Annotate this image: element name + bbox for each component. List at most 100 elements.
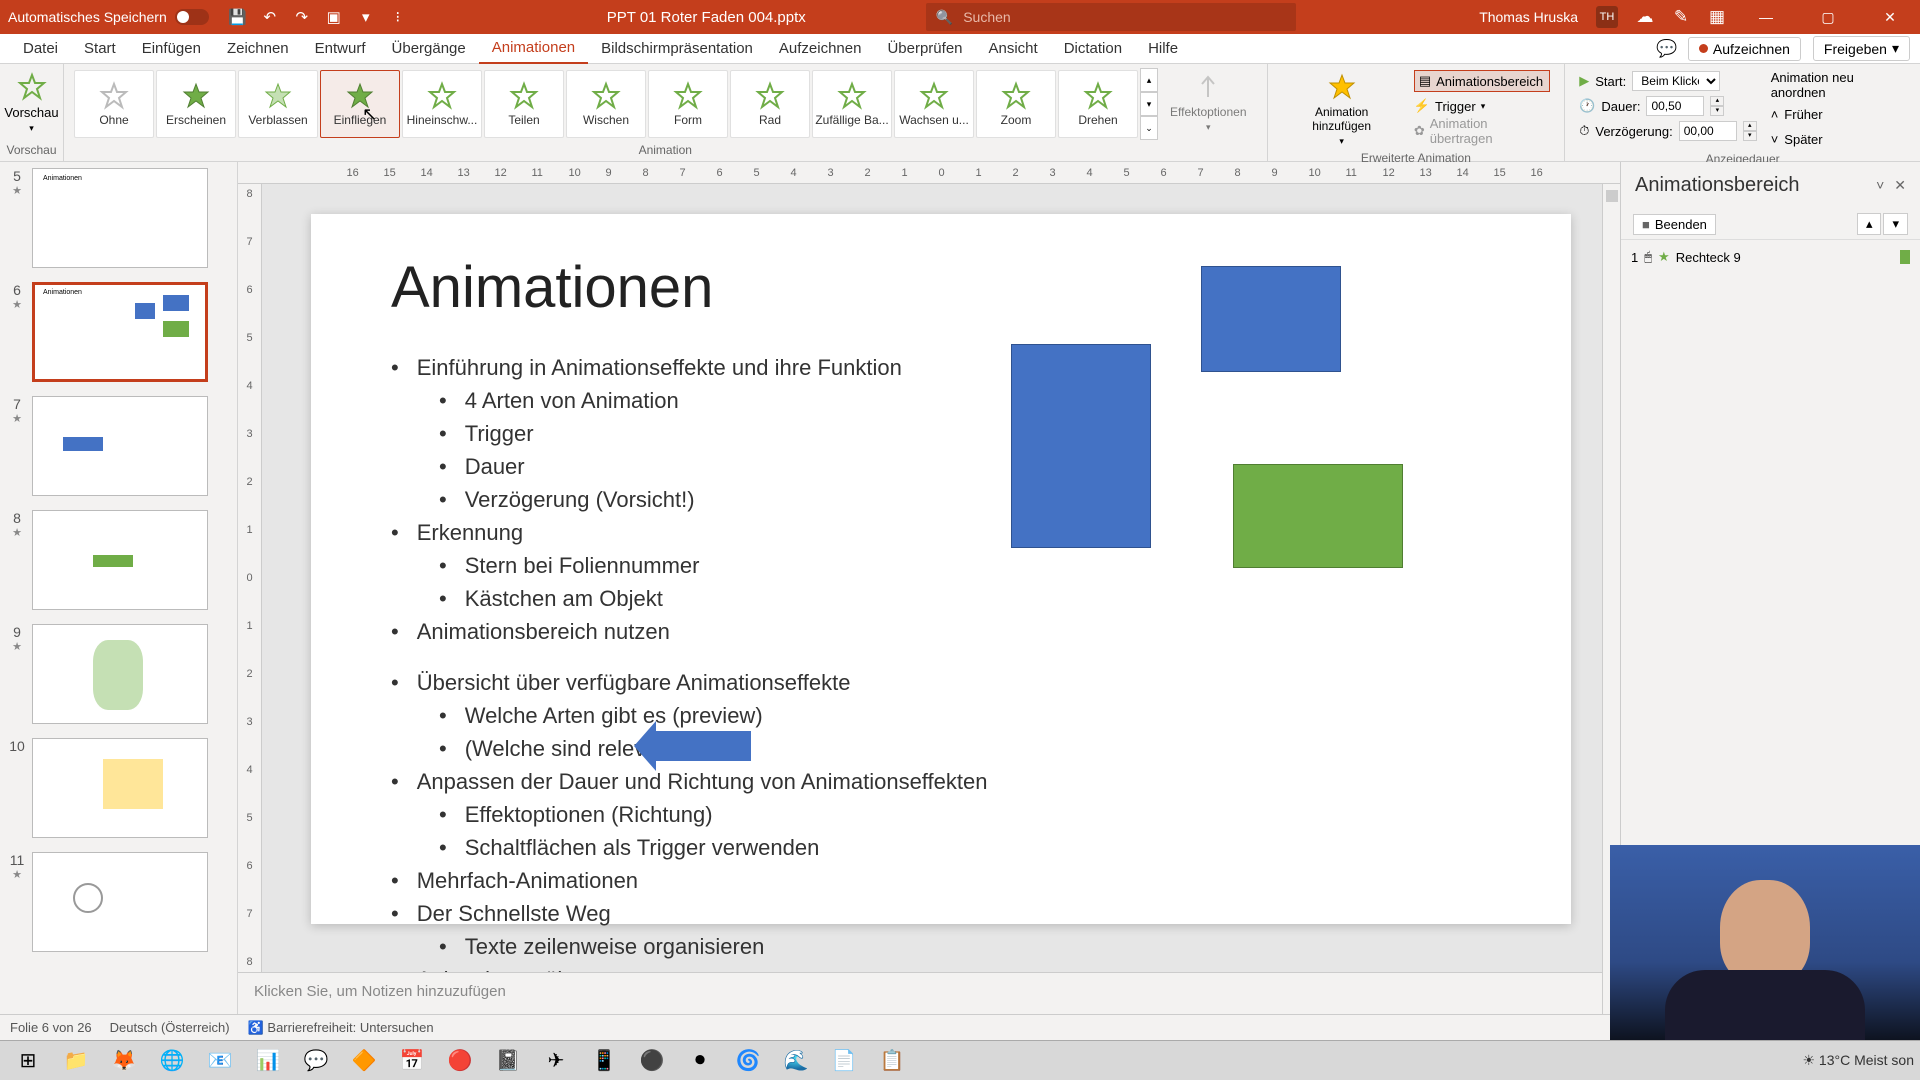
tab-bildschirm[interactable]: Bildschirmpräsentation [588, 34, 766, 64]
anim-form[interactable]: Form [648, 70, 728, 138]
slide-counter[interactable]: Folie 6 von 26 [10, 1020, 92, 1035]
language-status[interactable]: Deutsch (Österreich) [110, 1020, 230, 1035]
telegram-icon[interactable]: ✈ [534, 1043, 578, 1079]
qat-overflow-icon[interactable]: ⁝ [389, 8, 407, 26]
accessibility-status[interactable]: ♿ Barrierefreiheit: Untersuchen [248, 1020, 434, 1036]
anim-drehen[interactable]: Drehen [1058, 70, 1138, 138]
notes-area[interactable]: Klicken Sie, um Notizen hinzuzufügen [238, 972, 1620, 1014]
shape-blue-2[interactable] [1201, 266, 1341, 372]
thumb-7[interactable] [32, 396, 208, 496]
anim-ohne[interactable]: Ohne [74, 70, 154, 138]
animation-painter-button[interactable]: ✿Animation übertragen [1414, 120, 1550, 142]
autosave-toggle[interactable] [175, 9, 209, 25]
outlook-icon[interactable]: 📧 [198, 1043, 242, 1079]
thumb-8[interactable] [32, 510, 208, 610]
redo-icon[interactable]: ↷ [293, 8, 311, 26]
undo-icon[interactable]: ↶ [261, 8, 279, 26]
obs-icon[interactable]: ⚫ [630, 1043, 674, 1079]
vlc-icon[interactable]: 🔶 [342, 1043, 386, 1079]
firefox-icon[interactable]: 🦊 [102, 1043, 146, 1079]
powerpoint-icon[interactable]: 📊 [246, 1043, 290, 1079]
tab-ueberpruefen[interactable]: Überprüfen [874, 34, 975, 64]
cloud-icon[interactable]: ☁ [1636, 8, 1654, 26]
move-up-button[interactable]: ▴ [1857, 213, 1882, 235]
app4-icon[interactable]: 📱 [582, 1043, 626, 1079]
tab-hilfe[interactable]: Hilfe [1135, 34, 1191, 64]
trigger-button[interactable]: ⚡Trigger▾ [1414, 95, 1550, 117]
tab-ansicht[interactable]: Ansicht [976, 34, 1051, 64]
user-name[interactable]: Thomas Hruska [1479, 9, 1578, 25]
anim-einfliegen[interactable]: Einfliegen [320, 70, 400, 138]
minimize-button[interactable]: — [1744, 0, 1788, 34]
search-input[interactable] [963, 9, 1286, 25]
thumb-5[interactable]: Animationen [32, 168, 208, 268]
thumb-10[interactable] [32, 738, 208, 838]
more-icon[interactable]: ▾ [357, 8, 375, 26]
play-from-button[interactable]: ■Beenden [1633, 214, 1716, 235]
tab-animationen[interactable]: Animationen [479, 34, 588, 64]
pen-icon[interactable]: ✎ [1672, 8, 1690, 26]
anim-rad[interactable]: Rad [730, 70, 810, 138]
slide[interactable]: Animationen Einführung in Animationseffe… [311, 214, 1571, 924]
app6-icon[interactable]: 🌀 [726, 1043, 770, 1079]
anim-zoom[interactable]: Zoom [976, 70, 1056, 138]
tab-uebergaenge[interactable]: Übergänge [379, 34, 479, 64]
anim-verblassen[interactable]: Verblassen [238, 70, 318, 138]
thumb-11[interactable] [32, 852, 208, 952]
anim-wachsen[interactable]: Wachsen u... [894, 70, 974, 138]
tab-dictation[interactable]: Dictation [1051, 34, 1135, 64]
gallery-scroll[interactable]: ▴▾⌄ [1140, 68, 1158, 140]
tab-zeichnen[interactable]: Zeichnen [214, 34, 302, 64]
slide-thumbnails[interactable]: 5★Animationen 6★ Animationen 7★ 8★ 9★ 10… [0, 162, 238, 1014]
arrow-shape[interactable] [656, 731, 751, 761]
close-pane-icon[interactable]: ✕ [1894, 177, 1906, 194]
add-animation-button[interactable]: Animation hinzufügen ▾ [1276, 68, 1408, 151]
animation-pane-button[interactable]: ▤Animationsbereich [1414, 70, 1550, 92]
delay-input[interactable] [1679, 121, 1737, 141]
move-later-button[interactable]: ˅Später [1771, 128, 1904, 150]
shape-blue-1[interactable] [1011, 344, 1151, 548]
anim-teilen[interactable]: Teilen [484, 70, 564, 138]
tab-aufzeichnen[interactable]: Aufzeichnen [766, 34, 875, 64]
app5-icon[interactable]: ⏺ [678, 1043, 722, 1079]
user-avatar[interactable]: TH [1596, 6, 1618, 28]
app2-icon[interactable]: 📅 [390, 1043, 434, 1079]
slide-canvas[interactable]: Animationen Einführung in Animationseffe… [262, 184, 1620, 972]
maximize-button[interactable]: ▢ [1806, 0, 1850, 34]
onenote-icon[interactable]: 📓 [486, 1043, 530, 1079]
close-button[interactable]: ✕ [1868, 0, 1912, 34]
tab-entwurf[interactable]: Entwurf [302, 34, 379, 64]
duration-spinner[interactable]: ▴▾ [1710, 96, 1724, 116]
explorer-icon[interactable]: 📁 [54, 1043, 98, 1079]
preview-button[interactable]: Vorschau ▾ [0, 68, 67, 138]
thumb-6[interactable]: Animationen [32, 282, 208, 382]
app-icon[interactable]: 💬 [294, 1043, 338, 1079]
anim-zufaellige[interactable]: Zufällige Ba... [812, 70, 892, 138]
weather-widget[interactable]: ☀ 13°C Meist son [1802, 1052, 1914, 1069]
anim-entry-1[interactable]: 1 🖱 ★ Rechteck 9 [1631, 246, 1910, 268]
effect-options-button[interactable]: Effektoptionen ▾ [1158, 68, 1259, 140]
comments-icon[interactable]: 💬 [1658, 40, 1676, 58]
tab-start[interactable]: Start [71, 34, 129, 64]
anim-erscheinen[interactable]: Erscheinen [156, 70, 236, 138]
tab-einfuegen[interactable]: Einfügen [129, 34, 214, 64]
start-button[interactable]: ⊞ [6, 1043, 50, 1079]
window-icon[interactable]: ▦ [1708, 8, 1726, 26]
start-select[interactable]: Beim Klicken [1632, 71, 1720, 91]
app3-icon[interactable]: 🔴 [438, 1043, 482, 1079]
save-icon[interactable]: 💾 [229, 8, 247, 26]
shape-green[interactable] [1233, 464, 1403, 568]
word-icon[interactable]: 📄 [822, 1043, 866, 1079]
record-button[interactable]: Aufzeichnen [1688, 37, 1801, 61]
app7-icon[interactable]: 📋 [870, 1043, 914, 1079]
anim-wischen[interactable]: Wischen [566, 70, 646, 138]
edge-icon[interactable]: 🌊 [774, 1043, 818, 1079]
thumb-9[interactable] [32, 624, 208, 724]
slide-body[interactable]: Einführung in Animationseffekte und ihre… [391, 351, 1491, 972]
share-button[interactable]: Freigeben▾ [1813, 36, 1910, 61]
duration-input[interactable] [1646, 96, 1704, 116]
move-earlier-button[interactable]: ˄Früher [1771, 103, 1904, 125]
delay-spinner[interactable]: ▴▾ [1743, 121, 1757, 141]
anim-hineinschw[interactable]: Hineinschw... [402, 70, 482, 138]
present-icon[interactable]: ▣ [325, 8, 343, 26]
